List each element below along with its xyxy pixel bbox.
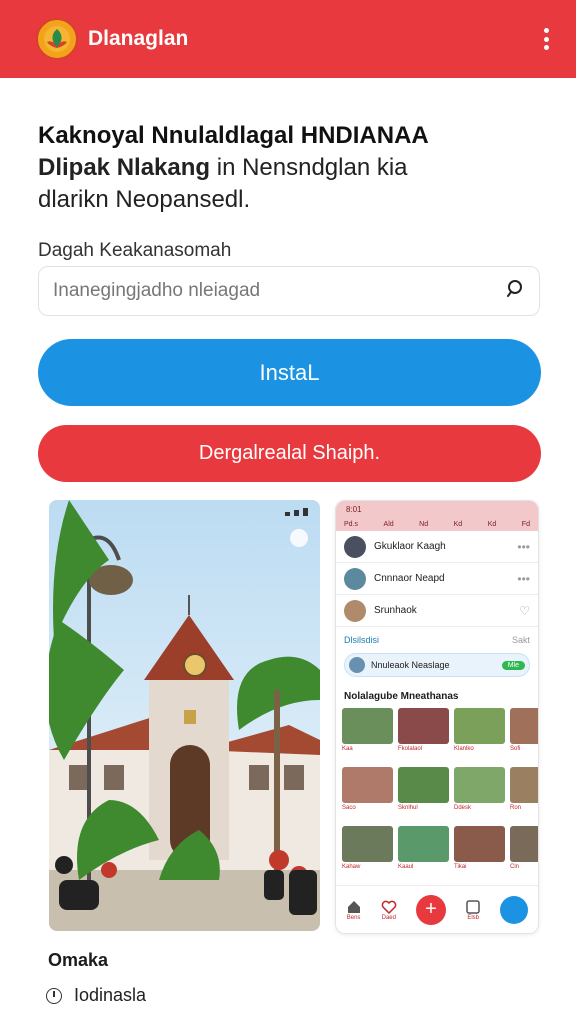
more-vertical-icon[interactable]: [536, 24, 556, 54]
phone-bottom-nav: Bens Daed + Elsb: [336, 885, 538, 933]
gallery-item[interactable]: Cln: [510, 826, 538, 880]
gallery-caption: Saco: [342, 805, 356, 811]
gallery-item[interactable]: Tikai: [454, 826, 505, 880]
gallery-item[interactable]: Klanlko: [454, 708, 505, 762]
nav-home[interactable]: Bens: [346, 899, 362, 921]
gallery-title: Nolalagube Mneathanas: [344, 691, 459, 702]
more-icon[interactable]: •••: [517, 572, 530, 586]
gallery-caption: Tikai: [454, 864, 467, 870]
phone-active-pill[interactable]: Nnuleaok Neaslage Mle: [344, 653, 530, 677]
gallery-item[interactable]: Sofi: [510, 708, 538, 762]
nav-favorites[interactable]: Daed: [381, 899, 397, 921]
heart-icon[interactable]: ♡: [519, 604, 530, 618]
nav-library-label: Elsb: [467, 914, 479, 921]
nav-favorites-label: Daed: [381, 914, 396, 921]
contact-name: Srunhaok: [374, 605, 417, 616]
phone-tab[interactable]: Nd: [419, 521, 428, 528]
phone-tab[interactable]: Kd: [488, 521, 497, 528]
photo-status-bar: [285, 508, 308, 516]
app-title: Dlanaglan: [88, 27, 189, 50]
headline-line-2: Dlipak Nlakang in Nensndglan kia: [38, 152, 538, 184]
avatar: [349, 657, 365, 673]
gallery-item[interactable]: Ron: [510, 767, 538, 821]
phone-tabs: Pd.s Ald Nd Kd Kd Fd: [344, 521, 530, 528]
headline-line-2-rest: in Nensndglan kia: [210, 154, 408, 181]
phone-tab[interactable]: Ald: [384, 521, 394, 528]
app-bar: Dlanaglan: [0, 0, 576, 78]
clock-icon: [46, 987, 62, 1004]
contact-name: Cnnnaor Neapd: [374, 573, 445, 584]
phone-tab[interactable]: Pd.s: [344, 521, 358, 528]
gallery-caption: Ron: [510, 805, 522, 811]
gallery-caption: Sknlhul: [398, 805, 418, 811]
phone-tab[interactable]: Kd: [454, 521, 463, 528]
gallery-caption: Kahaw: [342, 864, 361, 870]
more-icon[interactable]: •••: [517, 540, 530, 554]
nav-library[interactable]: Elsb: [465, 899, 481, 921]
share-button[interactable]: Dergalrealal Shaiph.: [38, 425, 541, 482]
contact-row[interactable]: Cnnnaor Neapd •••: [336, 563, 538, 595]
gallery-caption: Cln: [510, 864, 520, 870]
photo-meta-text: Iodinasla: [74, 985, 147, 1005]
contact-row[interactable]: Gkuklaor Kaagh •••: [336, 531, 538, 563]
pill-action[interactable]: Mle: [501, 660, 525, 670]
headline-line-1: Kaknoyal Nnulaldlagal HNDIANAA: [38, 122, 429, 149]
contact-name: Gkuklaor Kaagh: [374, 541, 446, 552]
photo-caption: Omaka: [48, 950, 109, 970]
contact-row[interactable]: Srunhaok ♡: [336, 595, 538, 627]
pill-text: Nnuleaok Neaslage: [371, 660, 450, 670]
gallery-item[interactable]: Kahaw: [342, 826, 393, 880]
search-icon[interactable]: [505, 279, 525, 304]
headline-line-3: dlarikn Neopansedl.: [38, 186, 251, 213]
profile-icon[interactable]: [500, 895, 529, 924]
gallery-caption: Kaaul: [398, 864, 414, 870]
library-icon: [466, 899, 480, 914]
gallery-caption: Klanlko: [454, 746, 474, 752]
gallery-caption: Ddesk: [454, 805, 472, 811]
phone-section-header: Dlsilsdisi Sakt: [336, 627, 538, 645]
building-photo[interactable]: [49, 500, 320, 931]
gallery-item[interactable]: Saco: [342, 767, 393, 821]
gallery-caption: Sofi: [510, 746, 521, 752]
phone-section-title: Dlsilsdisi: [344, 635, 380, 645]
gallery-item[interactable]: Ddesk: [454, 767, 505, 821]
search-label: Dagah Keakanasomah: [38, 240, 232, 261]
app-logo-icon[interactable]: [36, 18, 78, 60]
gallery-item[interactable]: Fkolalaol: [398, 708, 449, 762]
avatar: [344, 599, 366, 622]
headline: Kaknoyal Nnulaldlagal HNDIANAA Dlipak Nl…: [38, 120, 538, 216]
gallery-grid: Kaa Fkolalaol Klanlko Sofi Saco Sknlhul …: [336, 708, 538, 880]
search-input[interactable]: [53, 280, 505, 302]
phone-section-link[interactable]: Sakt: [512, 635, 530, 645]
headline-bold: Dlipak Nlakang: [38, 154, 211, 181]
phone-preview[interactable]: 8:01 Pd.s Ald Nd Kd Kd Fd Gkuklaor Kaagh…: [335, 500, 539, 934]
nav-home-label: Bens: [346, 914, 361, 921]
home-icon: [347, 900, 360, 913]
install-button[interactable]: InstaL: [38, 339, 541, 406]
gallery-caption: Fkolalaol: [398, 746, 423, 752]
gallery-caption: Kaa: [342, 746, 353, 752]
gallery-item[interactable]: Sknlhul: [398, 767, 449, 821]
search-box: [38, 266, 540, 316]
photo-meta: Iodinasla: [46, 985, 146, 1006]
gallery-item[interactable]: Kaa: [342, 708, 393, 762]
phone-time: 8:01: [346, 505, 362, 514]
gallery-item[interactable]: Kaaul: [398, 826, 449, 880]
heart-icon: [381, 900, 397, 914]
phone-tab[interactable]: Fd: [522, 521, 530, 528]
add-button[interactable]: +: [415, 894, 446, 925]
avatar: [344, 535, 366, 558]
avatar: [344, 567, 366, 590]
phone-header: 8:01 Pd.s Ald Nd Kd Kd Fd: [336, 501, 538, 531]
